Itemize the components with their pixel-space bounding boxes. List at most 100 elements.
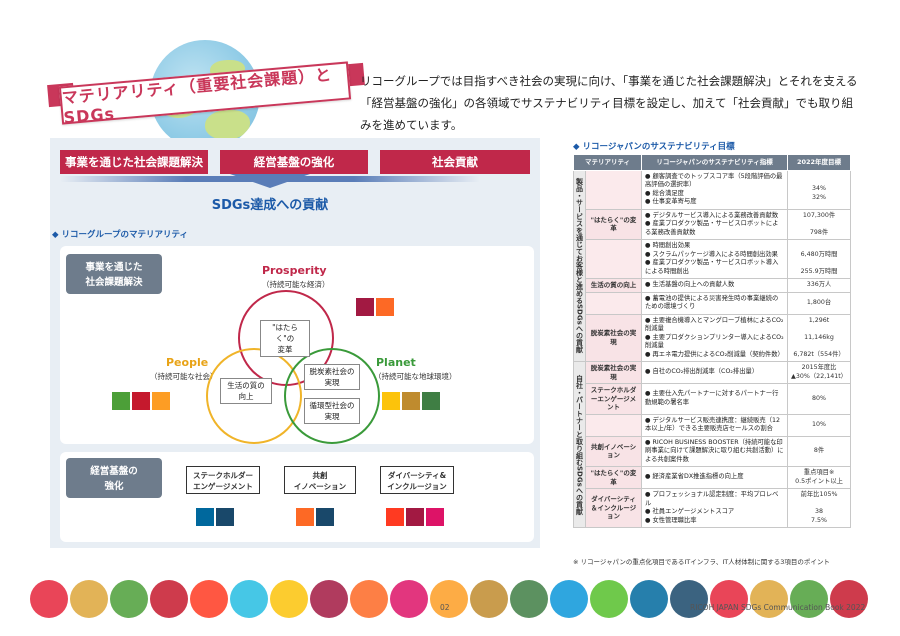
table-cell-indicator: ● 自社のCO₂排出削減率（CO₂排出量） xyxy=(640,361,789,384)
table-cell-indicator: ● 経済産業省DX推進指標の向上度 xyxy=(640,466,789,489)
decor-dot xyxy=(470,580,508,618)
table-cell-indicator: ● 主要複合機導入とマングローブ植林によるCO₂削減量 ● 主要プロダクションプ… xyxy=(640,313,789,362)
sdg-17-icon xyxy=(316,508,334,526)
table-row: 脱炭素社会の実現 ● 主要複合機導入とマングローブ植林によるCO₂削減量 ● 主要… xyxy=(574,313,851,362)
table-cell-materiality: 生活の質の向上 xyxy=(585,278,642,293)
table-cell-indicator: ● 顧客調査でのトップスコア率（5段階評価の最高評価の選択率） ● 総合満足度 … xyxy=(640,169,789,210)
planet-circle xyxy=(284,348,380,444)
sdg-10-icon xyxy=(426,508,444,526)
sdg-9-icon xyxy=(296,508,314,526)
table-row: ダイバーシティ＆インクルージョン ● プロフェッショナル認定制度：平均プロレベル … xyxy=(574,488,851,528)
table-cell-materiality: 脱炭素社会の実現 xyxy=(585,361,642,384)
pill-management: 経営基盤の強化 xyxy=(220,150,368,174)
decor-dot xyxy=(190,580,228,618)
sdg-3-icon xyxy=(112,392,130,410)
group-label: 製品・サービスを通じてお客様と進めるSDGsへの貢献 xyxy=(573,169,586,362)
decor-dot xyxy=(830,580,868,618)
table-row: ● 蓄電池の提供による災害発生時の事業継続のための環境づくり 1,800台 xyxy=(574,291,851,315)
table-row: ● デジタルサービス販売連携度：継続販売（12本以上/年）できる主要販売店セール… xyxy=(574,413,851,437)
section-materiality: リコーグループのマテリアリティ xyxy=(52,228,188,240)
sdg-12-icon xyxy=(402,392,420,410)
table-cell-materiality: 脱炭素社会の実現 xyxy=(585,313,642,362)
table-header: リコージャパンのサステナビリティ指標 xyxy=(640,154,789,171)
decor-dot xyxy=(390,580,428,618)
table-row: 製品・サービスを通じてお客様と進めるSDGsへの貢献 ● 顧客調査でのトップスコア… xyxy=(573,169,851,362)
table-cell-materiality xyxy=(585,413,642,437)
table-cell-target: 34% 32% xyxy=(787,169,851,210)
sdg-7-icon xyxy=(382,392,400,410)
table-row: "はたらく"の変革 ● デジタルサービス導入による業務改善貢献数 ● 産業プロダク… xyxy=(574,208,851,240)
table-cell-target: 前年比105% 38 7.5% xyxy=(787,488,851,528)
table-cell-indicator: ● RICOH BUSINESS BOOSTER（持続可能な印刷事業に向けて課題… xyxy=(640,435,789,467)
diversity-box: ダイバーシティ& インクルージョン xyxy=(380,466,454,494)
page-number: 02 xyxy=(440,603,450,612)
table-cell-target: 336万人 xyxy=(787,278,851,293)
decor-dot xyxy=(590,580,628,618)
sdg-people-icons xyxy=(112,392,170,410)
table-cell-target: 1,800台 xyxy=(787,291,851,315)
sdg-4-icon xyxy=(132,392,150,410)
group-label: 自社・パートナーと取り組むSDGsへの貢献 xyxy=(573,361,586,528)
brand-footer: RICOH JAPAN SDGs Communication Book 2022 xyxy=(690,603,866,612)
sdg-16-icon xyxy=(196,508,214,526)
table-cell-indicator: ● 主要仕入先パートナーに対するパートナー行動規範の署名率 xyxy=(640,383,789,415)
sdgs-contribution: SDGs達成への貢献 xyxy=(211,198,329,213)
table-header: マテリアリティ xyxy=(573,154,642,171)
sdg-8-icon xyxy=(356,298,374,316)
table-cell-target: 10% xyxy=(787,413,851,437)
stakeholder-box: ステークホルダー エンゲージメント xyxy=(186,466,260,494)
table-cell-target: 6,480万時間 255.9万時間 xyxy=(787,239,851,279)
table-header: 2022年度目標 xyxy=(787,154,851,171)
planet-label: Planet xyxy=(376,356,416,369)
sdg-13-icon xyxy=(422,392,440,410)
decor-dot xyxy=(310,580,348,618)
table-cell-indicator: ● 時間創出効果 ● スクラムパッケージ導入による時間創出効果 ● 産業プロダク… xyxy=(640,239,789,279)
table-row: 生活の質の向上 ● 生活基盤の向上への貢献人数 336万人 xyxy=(574,278,851,293)
prosperity-label: Prosperity xyxy=(262,264,327,277)
table-row: 自社・パートナーと取り組むSDGsへの貢献 脱炭素社会の実現 ● 自社のCO₂排出削… xyxy=(573,361,851,528)
table-cell-materiality: "はたらく"の変革 xyxy=(585,208,642,240)
decor-dot xyxy=(750,580,788,618)
decor-dot xyxy=(510,580,548,618)
decor-dot xyxy=(70,580,108,618)
table-cell-indicator: ● 蓄電池の提供による災害発生時の事業継続のための環境づくり xyxy=(640,291,789,315)
planet-sub: （持続可能な地球環境） xyxy=(374,372,457,381)
sdg-diversity-icons xyxy=(386,508,444,526)
table-cell-materiality: ステークホルダーエンゲージメント xyxy=(585,383,642,415)
sdg-cocreate-icons xyxy=(296,508,334,526)
table-row: ● 時間創出効果 ● スクラムパッケージ導入による時間創出効果 ● 産業プロダク… xyxy=(574,239,851,279)
sdg-17-icon xyxy=(216,508,234,526)
pill-social: 社会貢献 xyxy=(380,150,530,174)
table-cell-target: 80% xyxy=(787,383,851,415)
sdg-5-icon xyxy=(386,508,404,526)
management-box: 経営基盤の 強化 xyxy=(66,458,162,498)
table-cell-materiality: 共創イノベーション xyxy=(585,435,642,467)
table-cell-target: 8件 xyxy=(787,435,851,467)
footnote: ※ リコージャパンの重点化項目であるITインフラ、IT人材体制に関する3項目のポ… xyxy=(573,558,830,566)
sdg-9-icon xyxy=(376,298,394,316)
sdg-stake-icons xyxy=(196,508,234,526)
table-cell-materiality xyxy=(585,169,642,210)
prosperity-sub: （持続可能な経済） xyxy=(262,280,330,289)
table-cell-materiality: "はたらく"の変革 xyxy=(585,466,642,489)
pill-business: 事業を通じた社会課題解決 xyxy=(60,150,208,174)
decor-dot xyxy=(30,580,68,618)
table-row: 共創イノベーション ● RICOH BUSINESS BOOSTER（持続可能な印… xyxy=(574,435,851,467)
circular-label: 循環型社会の 実現 xyxy=(304,398,360,424)
table-cell-indicator: ● デジタルサービス導入による業務改善貢献数 ● 産業プロダクツ製品・サービスロ… xyxy=(640,208,789,240)
table-cell-materiality xyxy=(585,291,642,315)
decor-dot xyxy=(710,580,748,618)
sdg-planet-icons xyxy=(382,392,440,410)
decor-dot xyxy=(230,580,268,618)
table-cell-indicator: ● プロフェッショナル認定制度：平均プロレベル ● 社員エンゲージメントスコア … xyxy=(640,488,789,528)
hataraku-label: "はたらく"の 変革 xyxy=(260,320,310,357)
table-row: "はたらく"の変革 ● 経済産業省DX推進指標の向上度 重点項目※ 0.5ポイント以… xyxy=(574,466,851,489)
cocreation-box: 共創 イノベーション xyxy=(284,466,356,494)
sdg-8-icon xyxy=(406,508,424,526)
people-label: People xyxy=(166,356,209,369)
table-cell-indicator: ● デジタルサービス販売連携度：継続販売（12本以上/年）できる主要販売店セール… xyxy=(640,413,789,437)
decarb-label: 脱炭素社会の 実現 xyxy=(304,364,360,390)
arrow-down-icon xyxy=(230,174,310,188)
intro-text: リコーグループでは目指すべき社会の実現に向け、「事業を通じた社会課題解決」とそれ… xyxy=(360,74,858,132)
table-cell-materiality xyxy=(585,239,642,279)
